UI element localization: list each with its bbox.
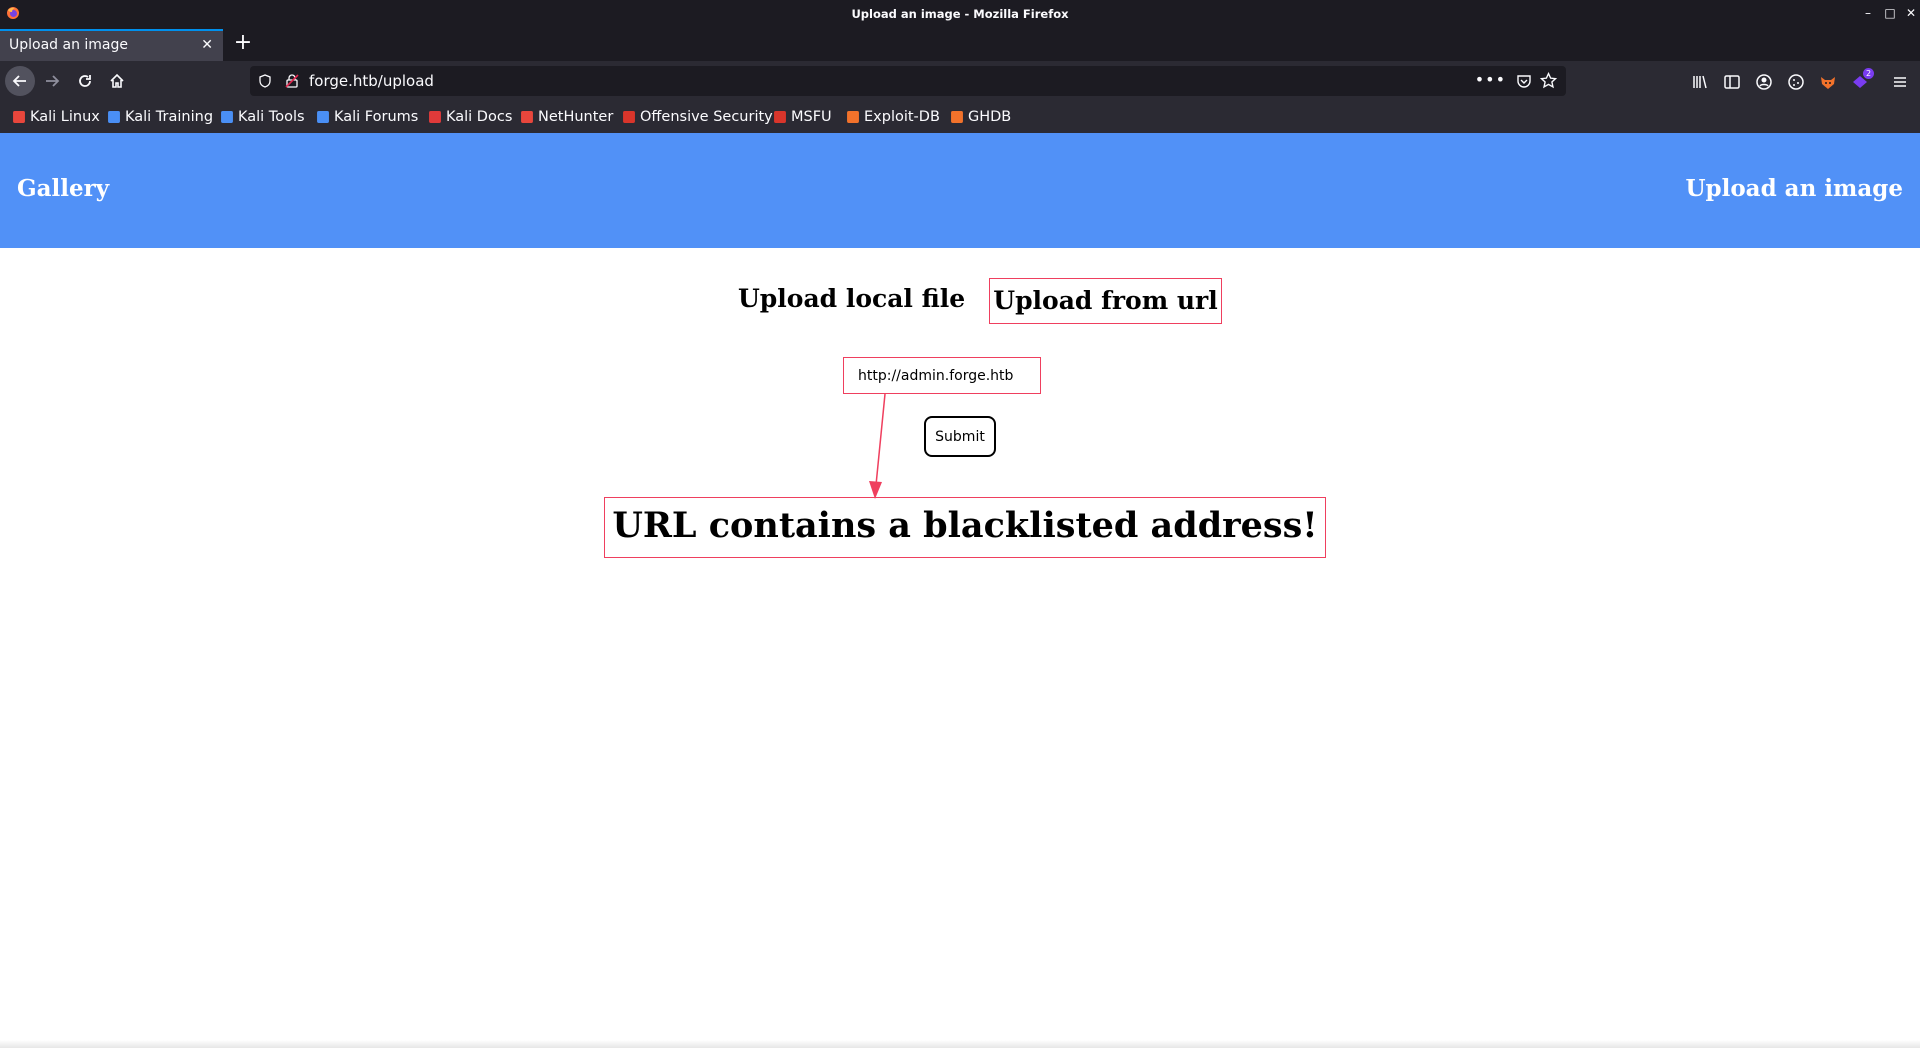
tab-strip: Upload an image ✕ + [0,28,1920,61]
tracking-protection-shield-icon[interactable] [258,74,272,88]
bookmark-label: Kali Docs [446,109,513,125]
reload-icon [79,75,91,87]
close-icon[interactable]: ✕ [1904,6,1918,20]
bookmark-label: NetHunter [538,109,614,125]
upload-from-url-tab[interactable]: Upload from url [989,278,1222,324]
page-bottom-shadow [0,1040,1920,1048]
offsec-icon [623,111,635,123]
bookmark-ghdb[interactable]: GHDB [950,108,1011,126]
pocket-icon[interactable] [1516,73,1532,89]
kali-docs-icon [429,111,441,123]
upload-image-link[interactable]: Upload an image [1685,175,1903,202]
page-actions-more-icon[interactable]: ••• [1475,70,1506,89]
submit-button[interactable]: Submit [924,416,996,457]
extension-button[interactable]: 2 [1851,68,1874,93]
kali-dragon-icon [521,111,533,123]
home-button[interactable] [102,66,132,96]
bookmark-kali-docs[interactable]: Kali Docs [428,108,512,126]
back-button[interactable] [5,66,35,96]
library-icon[interactable] [1691,73,1709,91]
bookmark-label: GHDB [968,109,1012,125]
error-message: URL contains a blacklisted address! [612,505,1318,546]
tab-close-icon[interactable]: ✕ [201,37,213,53]
maximize-icon[interactable]: □ [1883,6,1897,20]
insecure-connection-icon[interactable] [285,74,299,88]
bookmark-star-icon[interactable] [1540,72,1557,89]
url-bar[interactable]: forge.htb/upload ••• [250,66,1566,96]
bookmark-kali-tools[interactable]: Kali Tools [220,108,305,126]
back-arrow-icon [12,75,26,87]
ghdb-icon [951,111,963,123]
bookmark-label: Kali Forums [334,109,419,125]
msfu-icon [774,111,786,123]
kali-blue-icon [108,111,120,123]
annotation-arrow [869,393,886,499]
window-title: Upload an image - Mozilla Firefox [851,7,1069,21]
gallery-link[interactable]: Gallery [17,175,109,202]
kali-blue-icon [221,111,233,123]
foxyproxy-extension-icon[interactable] [1819,73,1837,91]
navigation-toolbar: forge.htb/upload ••• 2 [0,61,1920,101]
bookmark-exploit-db[interactable]: Exploit-DB [846,108,940,126]
bookmark-label: Kali Training [125,109,214,125]
bookmark-kali-training[interactable]: Kali Training [107,108,213,126]
site-header: Gallery Upload an image [0,133,1920,248]
bookmark-msfu[interactable]: MSFU [773,108,832,126]
bookmark-label: MSFU [791,109,832,125]
reload-button[interactable] [70,66,100,96]
bookmarks-toolbar: Kali Linux Kali Training Kali Tools Kali Fo… [0,101,1920,133]
forward-arrow-icon [46,75,60,87]
page-content: Gallery Upload an image Upload local fil… [0,133,1920,1048]
cookie-extension-icon[interactable] [1787,73,1805,91]
extension-badge: 2 [1863,68,1874,79]
new-tab-plus-icon[interactable]: + [232,32,254,54]
exploitdb-icon [847,111,859,123]
bookmark-offensive-security[interactable]: Offensive Security [622,108,773,126]
sidebar-icon[interactable] [1723,73,1741,91]
bookmark-label: Exploit-DB [864,109,940,125]
tab-upload-an-image[interactable]: Upload an image ✕ [0,29,223,61]
bookmark-kali-linux[interactable]: Kali Linux [12,108,100,126]
bookmark-label: Kali Linux [30,109,100,125]
error-message-box: URL contains a blacklisted address! [604,497,1326,558]
bookmark-label: Offensive Security [640,109,773,125]
kali-blue-icon [317,111,329,123]
hamburger-menu-icon[interactable] [1891,73,1909,91]
kali-dragon-icon [13,111,25,123]
forward-button[interactable] [37,66,67,96]
url-text[interactable]: forge.htb/upload [309,72,434,90]
url-input[interactable] [843,357,1041,394]
bookmark-label: Kali Tools [238,109,305,125]
bookmark-kali-forums[interactable]: Kali Forums [316,108,418,126]
minimize-icon[interactable]: – [1861,6,1875,20]
home-icon [110,73,124,88]
account-icon[interactable] [1755,73,1773,91]
tab-label: Upload an image [9,37,129,53]
bookmark-nethunter[interactable]: NetHunter [520,108,613,126]
window-titlebar: Upload an image - Mozilla Firefox – □ ✕ [0,0,1920,28]
upload-local-file-tab[interactable]: Upload local file [738,279,965,319]
